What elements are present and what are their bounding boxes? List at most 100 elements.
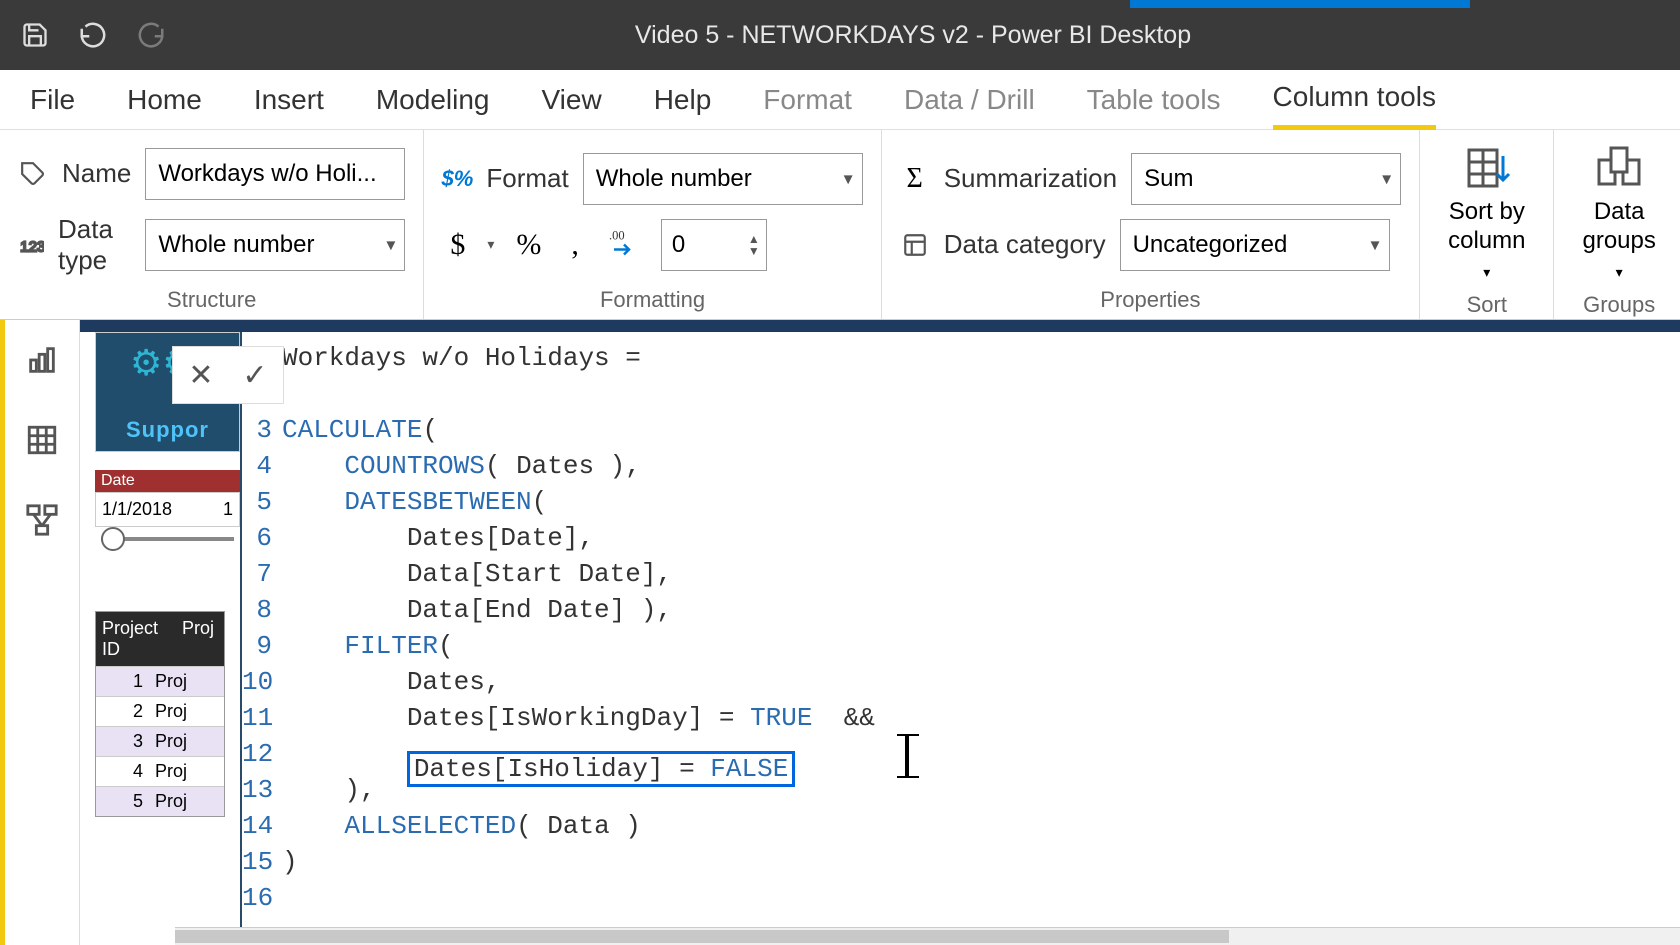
code-area[interactable]: Workdays w/o Holidays = CALCULATE( COUNT… — [282, 340, 1680, 916]
code-line[interactable]: CALCULATE( — [282, 412, 1680, 448]
tab-insert[interactable]: Insert — [254, 72, 324, 128]
table-header-projectid[interactable]: Project ID — [96, 612, 176, 666]
code-line[interactable]: Dates[Date], — [282, 520, 1680, 556]
spinner-down-icon[interactable]: ▼ — [748, 245, 760, 257]
code-line[interactable]: Workdays w/o Holidays = — [282, 340, 1680, 376]
formula-editor[interactable]: ✕ ✓ 12345678910111213141516 Workdays w/o… — [240, 332, 1680, 945]
date-slicer-header: Date — [95, 470, 240, 492]
datatype-icon: 123 — [18, 230, 44, 260]
category-select[interactable]: Uncategorized — [1120, 219, 1390, 271]
group-label-groups: Groups — [1572, 288, 1665, 318]
format-select[interactable]: Whole number — [583, 153, 863, 205]
date-slicer-value[interactable]: 1/1/20181 — [95, 492, 240, 527]
data-view-icon[interactable] — [22, 420, 62, 460]
tab-format[interactable]: Format — [763, 72, 852, 128]
name-input[interactable] — [145, 148, 405, 200]
groups-button-label: Data groups ▾ — [1582, 198, 1655, 284]
ribbon-group-groups: Data groups ▾ Groups — [1554, 130, 1680, 319]
model-view-icon[interactable] — [22, 500, 62, 540]
ribbon-tabs: File Home Insert Modeling View Help Form… — [0, 70, 1680, 130]
ribbon-group-sort: Sort by column ▾ Sort — [1420, 130, 1554, 319]
summarization-select[interactable]: Sum — [1131, 153, 1401, 205]
tab-tabletools[interactable]: Table tools — [1087, 72, 1221, 128]
code-line[interactable] — [282, 880, 1680, 916]
support-card-text: Suppor — [126, 417, 209, 443]
tag-icon — [18, 159, 48, 189]
data-groups-button[interactable]: Data groups ▾ — [1572, 140, 1665, 288]
code-line[interactable]: ) — [282, 844, 1680, 880]
table-row[interactable]: 2Proj — [96, 696, 224, 726]
group-label-sort: Sort — [1438, 288, 1535, 318]
code-line[interactable]: Dates[IsHoliday] = FALSE — [282, 736, 1680, 772]
formula-controls: ✕ ✓ — [172, 346, 284, 404]
tab-file[interactable]: File — [30, 72, 75, 128]
date-slider[interactable] — [95, 527, 240, 551]
table-header-proj[interactable]: Proj — [176, 612, 220, 666]
format-label: Format — [486, 163, 568, 194]
decimals-input[interactable] — [662, 231, 742, 259]
table-row[interactable]: 5Proj — [96, 786, 224, 816]
category-icon — [900, 230, 930, 260]
tab-columntools[interactable]: Column tools — [1273, 69, 1436, 130]
tab-home[interactable]: Home — [127, 72, 202, 128]
spinner-up-icon[interactable]: ▲ — [748, 233, 760, 245]
canvas: ⚙⚙ Suppor Date 1/1/20181 Project ID Proj… — [80, 320, 1680, 945]
line-gutter: 12345678910111213141516 — [242, 340, 282, 916]
code-line[interactable]: Data[End Date] ), — [282, 592, 1680, 628]
code-line[interactable] — [282, 376, 1680, 412]
sort-by-column-button[interactable]: Sort by column ▾ — [1438, 140, 1535, 288]
tab-datadrill[interactable]: Data / Drill — [904, 72, 1035, 128]
datatype-label: Data type — [58, 214, 131, 276]
titlebar: Video 5 - NETWORKDAYS v2 - Power BI Desk… — [0, 0, 1680, 70]
left-rail — [0, 320, 80, 945]
ribbon-group-properties: Σ Summarization Sum Data category Uncate… — [882, 130, 1420, 319]
decimals-spinner[interactable]: ▲▼ — [661, 219, 767, 271]
code-line[interactable]: Dates, — [282, 664, 1680, 700]
titlebar-accent — [1130, 0, 1470, 8]
save-icon[interactable] — [20, 20, 50, 50]
decimal-button[interactable]: .00 — [601, 227, 647, 263]
table-row[interactable]: 4Proj — [96, 756, 224, 786]
code-line[interactable]: DATESBETWEEN( — [282, 484, 1680, 520]
table-row[interactable]: 3Proj — [96, 726, 224, 756]
currency-button[interactable]: $ — [442, 228, 473, 262]
group-label-formatting: Formatting — [442, 283, 862, 313]
sort-button-label: Sort by column ▾ — [1448, 198, 1525, 284]
code-line[interactable]: Dates[IsWorkingDay] = TRUE && — [282, 700, 1680, 736]
window-title: Video 5 - NETWORKDAYS v2 - Power BI Desk… — [166, 21, 1660, 50]
code-line[interactable]: ALLSELECTED( Data ) — [282, 808, 1680, 844]
code-line[interactable]: COUNTROWS( Dates ), — [282, 448, 1680, 484]
svg-text:123: 123 — [20, 238, 44, 255]
sigma-icon: Σ — [900, 164, 930, 194]
code-line[interactable]: Data[Start Date], — [282, 556, 1680, 592]
tab-modeling[interactable]: Modeling — [376, 72, 490, 128]
scrollbar-thumb[interactable] — [175, 930, 1229, 943]
name-label: Name — [62, 158, 131, 189]
tab-view[interactable]: View — [542, 72, 602, 128]
svg-text:.00: .00 — [609, 228, 625, 242]
ribbon-group-formatting: $% Format Whole number $ ▾ % , .00 ▲▼ Fo… — [424, 130, 881, 319]
formula-cancel-button[interactable]: ✕ — [181, 355, 221, 395]
percent-button[interactable]: % — [508, 228, 549, 262]
group-label-properties: Properties — [900, 283, 1401, 313]
datatype-select[interactable]: Whole number — [145, 219, 405, 271]
slider-thumb[interactable] — [101, 527, 125, 551]
redo-icon[interactable] — [136, 20, 166, 50]
text-cursor — [905, 736, 909, 776]
table-row[interactable]: 1Proj — [96, 666, 224, 696]
horizontal-scrollbar[interactable] — [175, 927, 1680, 945]
ribbon: Name 123 Data type Whole number Structur… — [0, 130, 1680, 320]
canvas-background-visuals: ⚙⚙ Suppor Date 1/1/20181 Project ID Proj… — [95, 332, 240, 817]
report-view-icon[interactable] — [22, 340, 62, 380]
project-table: Project ID Proj 1Proj2Proj3Proj4Proj5Pro… — [95, 611, 225, 817]
formula-commit-button[interactable]: ✓ — [235, 355, 275, 395]
comma-button[interactable]: , — [563, 228, 587, 262]
summarization-label: Summarization — [944, 163, 1117, 194]
undo-icon[interactable] — [78, 20, 108, 50]
currency-dropdown-icon[interactable]: ▾ — [487, 236, 494, 253]
ribbon-group-structure: Name 123 Data type Whole number Structur… — [0, 130, 424, 319]
code-line[interactable]: FILTER( — [282, 628, 1680, 664]
canvas-header-strip — [80, 320, 1680, 332]
category-label: Data category — [944, 229, 1106, 260]
tab-help[interactable]: Help — [654, 72, 712, 128]
